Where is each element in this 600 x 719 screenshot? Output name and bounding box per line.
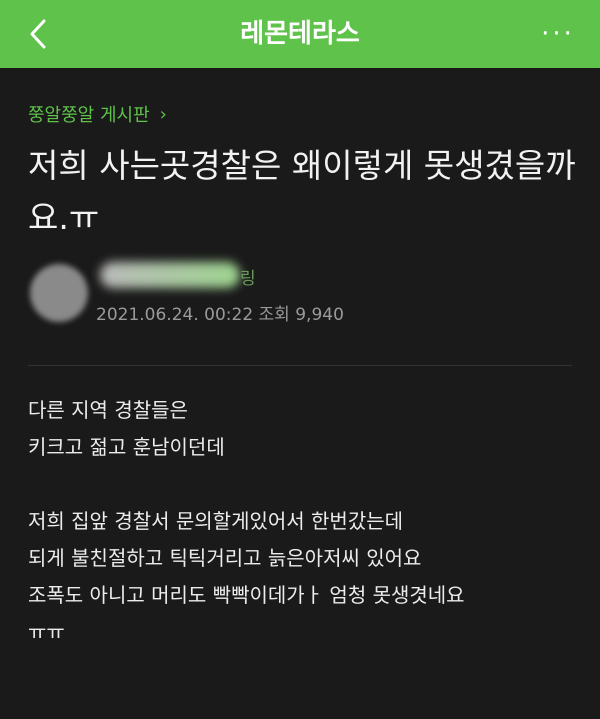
body-line: 키크고 젊고 훈남이던데 (28, 435, 225, 459)
post-body: 다른 지역 경찰들은 키크고 젊고 훈남이던데 저희 집앞 경찰서 문의할게있어… (28, 392, 576, 651)
author-name-blurred[interactable] (100, 262, 240, 288)
author-avatar[interactable] (30, 264, 88, 322)
divider (28, 365, 572, 366)
board-breadcrumb[interactable]: 쭝알쭝알 게시판 › (28, 101, 167, 127)
post-meta: 2021.06.24. 00:22 조회 9,940 (96, 300, 344, 325)
body-line: 되게 불친절하고 틱틱거리고 늙은아저씨 있어요 (28, 546, 422, 570)
author-name-suffix: 링 (240, 269, 256, 289)
body-line: ㅠㅠ (28, 620, 65, 644)
body-line: 저희 집앞 경찰서 문의할게있어서 한번갔는데 (28, 509, 404, 533)
more-options-button[interactable]: ··· (538, 18, 578, 50)
chevron-right-icon: › (159, 103, 167, 125)
body-line: 조폭도 아니고 머리도 빡빡이데가ㅏ 엄청 못생겻네요 (28, 583, 465, 607)
post-title: 저희 사는곳경찰은 왜이렇게 못생겼을까요.ㅠ (28, 146, 576, 237)
post-views: 조회 9,940 (258, 305, 344, 325)
body-line: 다른 지역 경찰들은 (28, 398, 188, 422)
app-header: 레몬테라스 ··· (0, 0, 600, 68)
post-date: 2021.06.24. 00:22 (96, 305, 254, 325)
board-name: 쭝알쭝알 게시판 (28, 105, 150, 126)
app-title: 레몬테라스 (240, 19, 360, 49)
